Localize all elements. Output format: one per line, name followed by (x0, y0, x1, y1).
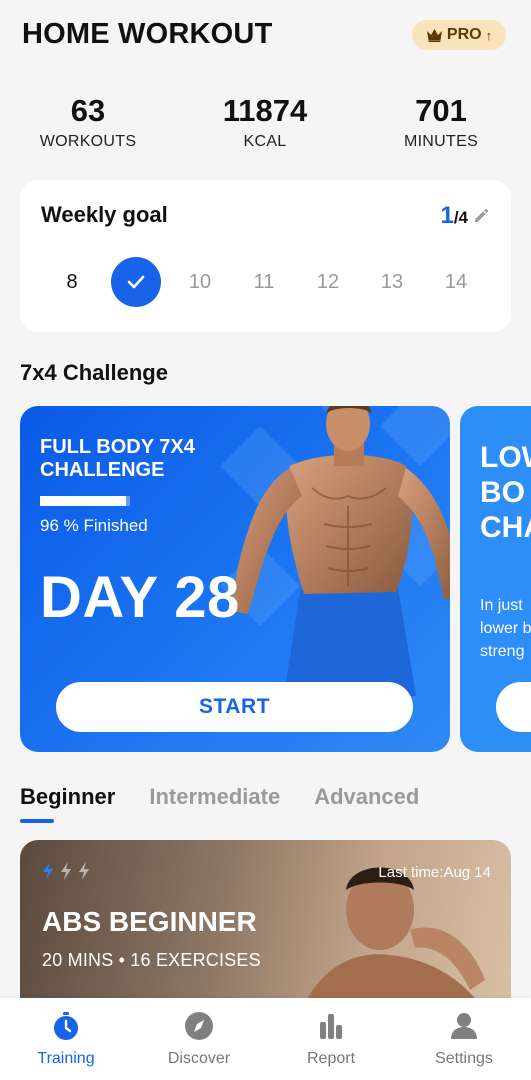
tab-beginner[interactable]: Beginner (20, 784, 115, 824)
tab-advanced[interactable]: Advanced (314, 784, 419, 824)
lightning-icon (61, 862, 71, 880)
nav-label: Settings (435, 1050, 493, 1067)
stopwatch-icon (54, 1012, 78, 1040)
stat-workouts: 63 WORKOUTS (13, 92, 163, 151)
stat-label: WORKOUTS (39, 133, 137, 150)
stat-label: KCAL (243, 133, 287, 150)
nav-label: Training (37, 1050, 95, 1067)
challenge-day-text: DAY 28 (40, 565, 240, 630)
week-day-label: 13 (380, 270, 404, 293)
week-day-8[interactable]: 8 (47, 257, 97, 307)
nav-label: Report (306, 1050, 356, 1067)
challenge-card-full-body[interactable]: FULL BODY 7X4 CHALLENGE 96 % Finished DA… (20, 406, 450, 752)
pro-badge-button[interactable]: PRO ↑ (412, 20, 506, 50)
week-day-9[interactable] (111, 257, 161, 307)
edit-pencil-icon[interactable] (473, 208, 489, 224)
header: HOME WORKOUT PRO ↑ (0, 0, 531, 70)
weekly-goal-title: Weekly goal (41, 202, 168, 227)
stat-value: 63 (70, 93, 106, 128)
weekly-goal-total: /4 (453, 208, 468, 227)
bottom-nav: Training Discover Report Settings (0, 998, 531, 1080)
last-time-label: Last time:Aug 14 (378, 864, 491, 881)
stat-kcal: 11874 KCAL (190, 92, 340, 151)
level-tabs: Beginner Intermediate Advanced (20, 784, 419, 824)
challenge-progress-bar (40, 496, 130, 506)
weekly-goal-card[interactable]: Weekly goal 1 /4 8 10 11 12 13 14 (20, 180, 511, 332)
nav-discover[interactable]: Discover (149, 1010, 249, 1068)
nav-settings[interactable]: Settings (414, 1010, 514, 1068)
week-day-12[interactable]: 12 (303, 257, 353, 307)
challenge-name: LOW BO CHA (480, 441, 531, 544)
challenge-name: FULL BODY 7X4 CHALLENGE (40, 436, 195, 481)
week-day-label: 10 (188, 270, 212, 293)
week-day-label: 11 (253, 270, 275, 293)
challenge-card-lower-body[interactable]: LOW BO CHA In just lower b streng (460, 406, 531, 752)
app-screen: HOME WORKOUT PRO ↑ 63 WORKOUTS 11874 KCA… (0, 0, 531, 1080)
start-button[interactable] (496, 682, 531, 732)
challenge-finished-text: 96 % Finished (40, 516, 148, 535)
pro-arrow-icon: ↑ (485, 27, 493, 43)
start-button[interactable]: START (56, 682, 413, 732)
stats-row: 63 WORKOUTS 11874 KCAL 701 MINUTES (0, 92, 531, 162)
check-icon (127, 275, 145, 289)
app-title: HOME WORKOUT (22, 18, 273, 50)
stat-value: 11874 (222, 93, 308, 128)
nav-report[interactable]: Report (281, 1010, 381, 1068)
challenge-progress-fill (40, 496, 127, 506)
week-day-10[interactable]: 10 (175, 257, 225, 307)
weekly-goal-progress[interactable]: 1 /4 (440, 202, 489, 230)
challenge-section-title: 7x4 Challenge (20, 360, 168, 385)
nav-training[interactable]: Training (16, 1010, 116, 1068)
person-icon (451, 1013, 477, 1039)
lightning-icon (79, 862, 89, 880)
week-day-label: 14 (444, 270, 468, 293)
lightning-icon (43, 862, 53, 880)
weekly-goal-current: 1 (440, 202, 454, 229)
difficulty-indicator (42, 862, 90, 880)
week-days-row: 8 10 11 12 13 14 (20, 257, 511, 307)
workout-meta: 20 MINS • 16 EXERCISES (42, 950, 261, 970)
week-day-14[interactable]: 14 (431, 257, 481, 307)
stat-label: MINUTES (403, 133, 479, 150)
pro-label: PRO (446, 26, 482, 43)
stat-minutes: 701 MINUTES (366, 92, 516, 151)
week-day-label: 12 (316, 270, 340, 293)
tab-intermediate[interactable]: Intermediate (149, 784, 280, 824)
week-day-label: 8 (66, 270, 78, 293)
week-day-11[interactable]: 11 (239, 257, 289, 307)
nav-label: Discover (167, 1050, 231, 1067)
bar-chart-icon (320, 1014, 342, 1039)
challenge-description: In just lower b streng (480, 597, 531, 660)
crown-icon (426, 29, 442, 42)
compass-icon (185, 1012, 213, 1040)
stat-value: 701 (415, 93, 467, 128)
workout-title: ABS BEGINNER (42, 906, 257, 937)
week-day-13[interactable]: 13 (367, 257, 417, 307)
